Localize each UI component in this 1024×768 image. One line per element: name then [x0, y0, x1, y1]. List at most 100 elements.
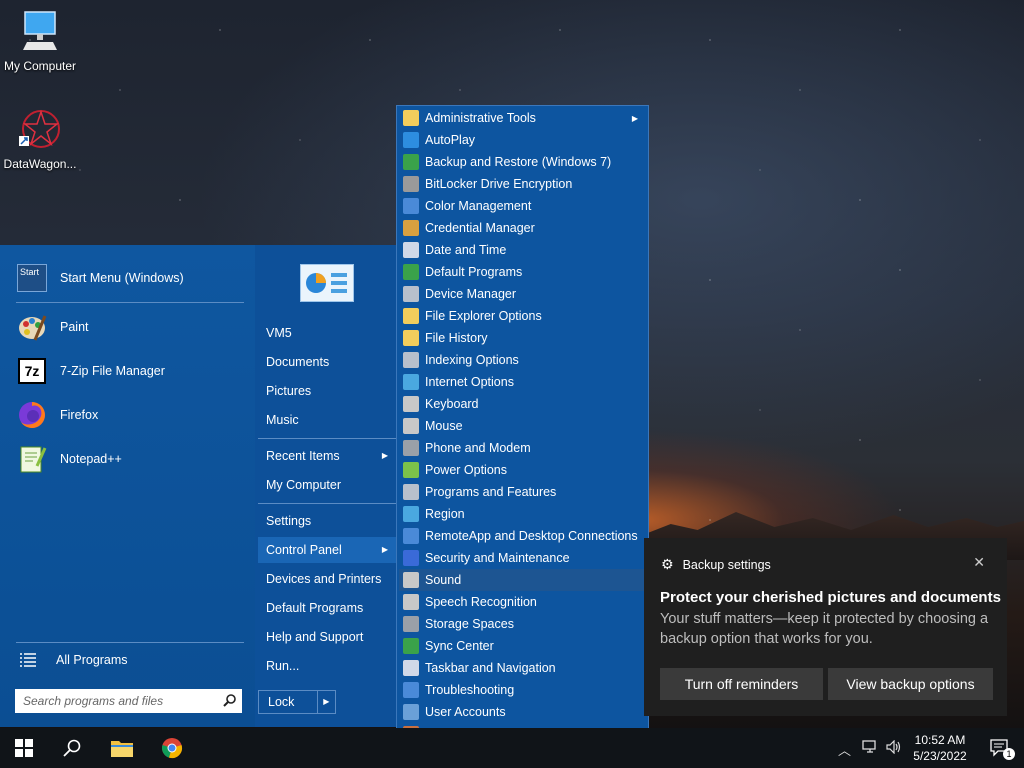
cp-item-power-options[interactable]: Power Options: [399, 459, 646, 481]
places-item-label: Control Panel: [266, 543, 342, 557]
cp-item-label: Internet Options: [425, 375, 514, 389]
windows-start-button[interactable]: [0, 728, 48, 768]
start-menu-header-item[interactable]: Start Start Menu (Windows): [16, 260, 184, 296]
cp-item-storage-spaces[interactable]: Storage Spaces: [399, 613, 646, 635]
action-center-button[interactable]: 1: [976, 728, 1024, 768]
cp-item-label: Phone and Modem: [425, 441, 531, 455]
cp-item-file-history[interactable]: File History: [399, 327, 646, 349]
search-button[interactable]: [48, 728, 96, 768]
control-panel-applet-icon: [403, 682, 419, 698]
cp-item-label: Security and Maintenance: [425, 551, 570, 565]
all-programs-button[interactable]: All Programs: [16, 642, 128, 678]
cp-item-mouse[interactable]: Mouse: [399, 415, 646, 437]
cp-item-phone-and-modem[interactable]: Phone and Modem: [399, 437, 646, 459]
places-item-settings[interactable]: Settings: [258, 508, 396, 534]
cp-item-sound[interactable]: Sound: [399, 569, 646, 591]
view-backup-options-button[interactable]: View backup options: [828, 668, 993, 700]
cp-item-sync-center[interactable]: Sync Center: [399, 635, 646, 657]
volume-icon[interactable]: [886, 739, 902, 757]
chrome-button[interactable]: [148, 728, 196, 768]
program-item-7zip[interactable]: 7z 7-Zip File Manager: [16, 353, 165, 389]
turn-off-reminders-button[interactable]: Turn off reminders: [660, 668, 823, 700]
cp-item-region[interactable]: Region: [399, 503, 646, 525]
places-item-pictures[interactable]: Pictures: [258, 378, 396, 404]
places-item-default-programs[interactable]: Default Programs: [258, 595, 396, 621]
cp-item-label: Indexing Options: [425, 353, 519, 367]
cp-item-date-and-time[interactable]: Date and Time: [399, 239, 646, 261]
control-panel-applet-icon: [403, 572, 419, 588]
cp-item-label: File History: [425, 331, 488, 345]
cp-item-user-accounts[interactable]: User Accounts: [399, 701, 646, 723]
desktop-icon-my-computer[interactable]: My Computer: [0, 8, 80, 73]
cp-item-administrative-tools[interactable]: Administrative Tools ▶: [399, 107, 646, 129]
cp-item-indexing-options[interactable]: Indexing Options: [399, 349, 646, 371]
cp-item-speech-recognition[interactable]: Speech Recognition: [399, 591, 646, 613]
cp-item-autoplay[interactable]: AutoPlay: [399, 129, 646, 151]
search-icon: [63, 739, 81, 757]
paint-icon: [16, 311, 48, 343]
control-panel-applet-icon: [403, 110, 419, 126]
places-item-run[interactable]: Run...: [258, 653, 396, 679]
file-explorer-button[interactable]: [98, 728, 146, 768]
cp-item-color-management[interactable]: Color Management: [399, 195, 646, 217]
lock-button[interactable]: Lock ▶: [258, 690, 336, 714]
chrome-icon: [162, 738, 182, 759]
places-item-my-computer[interactable]: My Computer: [258, 472, 396, 498]
cp-item-label: User Accounts: [425, 705, 506, 719]
clock[interactable]: 10:52 AM 5/23/2022: [910, 732, 970, 764]
program-item-notepadpp[interactable]: Notepad++: [16, 441, 122, 477]
cp-item-label: Mouse: [425, 419, 463, 433]
control-panel-applet-icon: [403, 528, 419, 544]
cp-item-taskbar-and-navigation[interactable]: Taskbar and Navigation: [399, 657, 646, 679]
control-panel-applet-icon: [403, 704, 419, 720]
control-panel-applet-icon: [403, 330, 419, 346]
notification-app-name: Backup settings: [682, 557, 771, 572]
cp-item-security-and-maintenance[interactable]: Security and Maintenance: [399, 547, 646, 569]
places-item-music[interactable]: Music: [258, 407, 396, 433]
cp-item-keyboard[interactable]: Keyboard: [399, 393, 646, 415]
taskbar: ︿ 10:52 AM 5/23/2022 1: [0, 728, 1024, 768]
cp-item-backup-and-restore-windows-7[interactable]: Backup and Restore (Windows 7): [399, 151, 646, 173]
cp-item-remoteapp-and-desktop-connections[interactable]: RemoteApp and Desktop Connections: [399, 525, 646, 547]
control-panel-applet-icon: [403, 242, 419, 258]
places-item-label: Music: [266, 413, 299, 427]
program-label: 7-Zip File Manager: [60, 364, 165, 378]
cp-item-troubleshooting[interactable]: Troubleshooting: [399, 679, 646, 701]
cp-item-bitlocker-drive-encryption[interactable]: BitLocker Drive Encryption: [399, 173, 646, 195]
network-icon[interactable]: [862, 740, 878, 757]
program-label: Paint: [60, 320, 89, 334]
places-item-vm5[interactable]: VM5: [258, 320, 396, 346]
control-panel-applet-icon: [403, 638, 419, 654]
control-panel-applet-icon: [403, 286, 419, 302]
program-item-firefox[interactable]: Firefox: [16, 397, 98, 433]
gear-icon: ⚙: [661, 556, 674, 572]
places-item-recent-items[interactable]: Recent Items ▶: [258, 443, 396, 469]
cp-item-device-manager[interactable]: Device Manager: [399, 283, 646, 305]
desktop-icon-datawagon[interactable]: DataWagon...: [0, 106, 80, 171]
places-item-label: Settings: [266, 514, 312, 528]
cp-item-programs-and-features[interactable]: Programs and Features: [399, 481, 646, 503]
cp-item-label: Storage Spaces: [425, 617, 514, 631]
cp-item-credential-manager[interactable]: Credential Manager: [399, 217, 646, 239]
chevron-right-icon[interactable]: ▶: [316, 691, 335, 713]
places-item-help-and-support[interactable]: Help and Support: [258, 624, 396, 650]
cp-item-file-explorer-options[interactable]: File Explorer Options: [399, 305, 646, 327]
notification-count-badge: 1: [1003, 748, 1015, 760]
places-item-devices-and-printers[interactable]: Devices and Printers: [258, 566, 396, 592]
cp-item-label: File Explorer Options: [425, 309, 542, 323]
cp-item-internet-options[interactable]: Internet Options: [399, 371, 646, 393]
control-panel-applet-icon: [403, 616, 419, 632]
places-item-documents[interactable]: Documents: [258, 349, 396, 375]
notification-title: Protect your cherished pictures and docu…: [660, 589, 1001, 606]
windows-logo-icon: [15, 739, 33, 757]
cp-item-label: Backup and Restore (Windows 7): [425, 155, 612, 169]
control-panel-applet-icon: [403, 594, 419, 610]
close-icon[interactable]: ✕: [973, 554, 985, 571]
search-input[interactable]: Search programs and files: [15, 689, 242, 713]
places-item-control-panel[interactable]: Control Panel ▶: [258, 537, 396, 563]
control-panel-applet-icon: [403, 264, 419, 280]
cp-item-default-programs[interactable]: Default Programs: [399, 261, 646, 283]
control-panel-applet-icon: [403, 374, 419, 390]
program-item-paint[interactable]: Paint: [16, 309, 89, 345]
chevron-up-icon[interactable]: ︿: [838, 740, 851, 759]
